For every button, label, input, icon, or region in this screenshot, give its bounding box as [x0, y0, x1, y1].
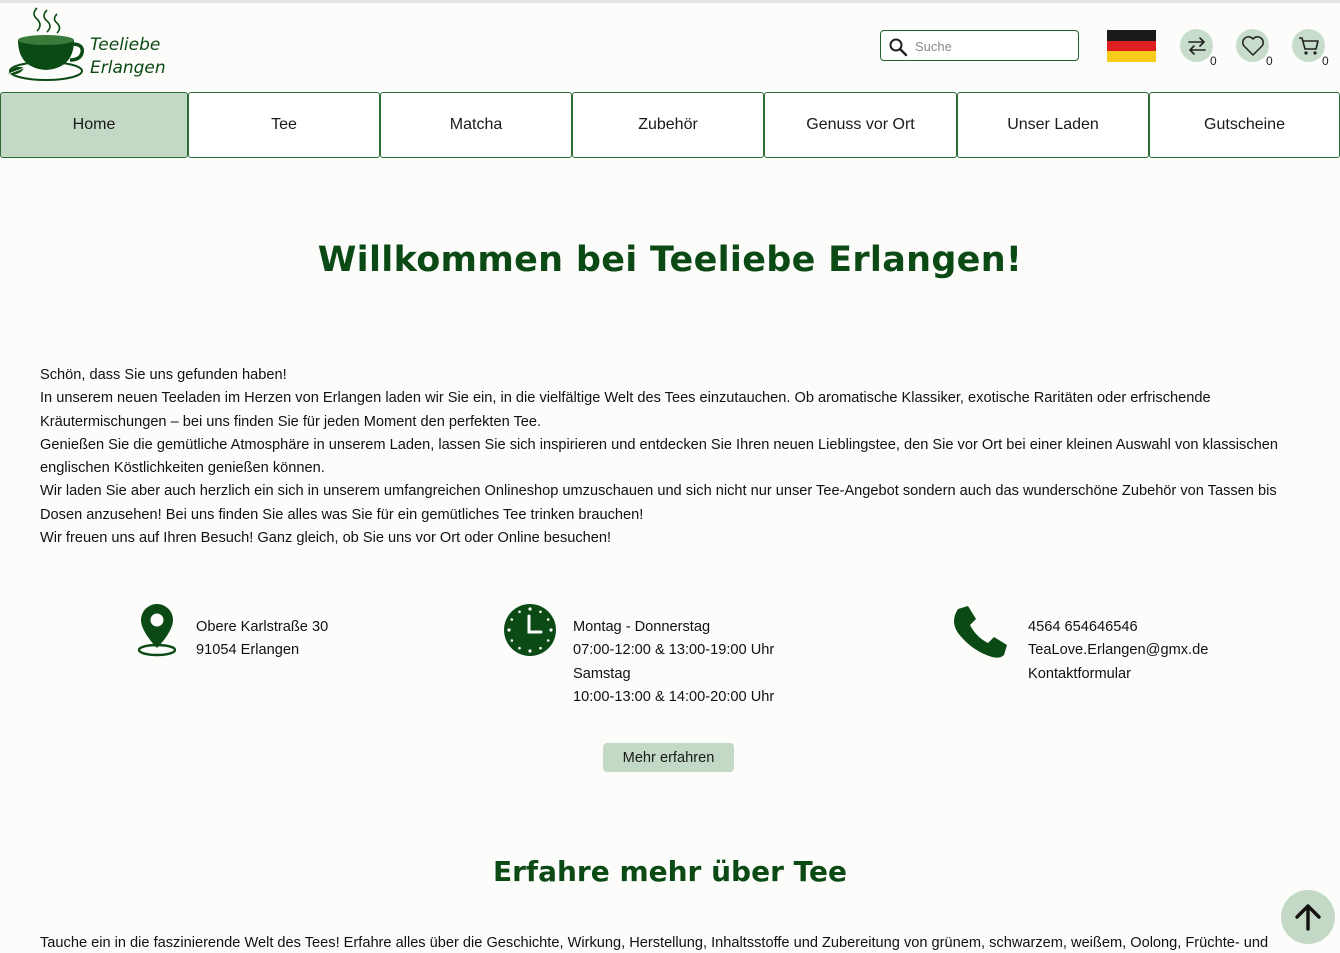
phone-icon	[954, 606, 1007, 658]
location-pin-icon	[137, 604, 177, 657]
intro-paragraph: In unserem neuen Teeladen im Herzen von …	[40, 390, 1211, 430]
heart-icon	[1241, 35, 1264, 56]
hours-times-saturday: 10:00-13:00 & 14:00-20:00 Uhr	[573, 688, 775, 705]
brand-line-2: Erlangen	[90, 58, 166, 78]
nav-gutscheine[interactable]: Gutscheine	[1149, 92, 1340, 158]
wishlist-count: 0	[1266, 54, 1273, 68]
main-nav: Home Tee Matcha Zubehör Genuss vor Ort U…	[0, 92, 1340, 159]
cart-button[interactable]	[1292, 29, 1325, 62]
intro-paragraph: Wir laden Sie aber auch herzlich ein sic…	[40, 483, 1277, 523]
nav-genuss-vor-ort[interactable]: Genuss vor Ort	[764, 92, 957, 158]
compare-button[interactable]	[1180, 29, 1213, 62]
arrow-up-icon	[1295, 904, 1321, 931]
nav-home[interactable]: Home	[0, 92, 188, 158]
intro-paragraph: Schön, dass Sie uns gefunden haben!	[40, 367, 287, 383]
language-selector[interactable]	[1107, 30, 1156, 62]
nav-tee[interactable]: Tee	[188, 92, 380, 158]
brand-line-1: Teeliebe	[90, 35, 161, 55]
address-street: Obere Karlstraße 30	[196, 619, 329, 635]
contact-block: 4564 654646546 TeaLove.Erlangen@gmx.de K…	[1028, 616, 1208, 686]
hours-times-weekdays: 07:00-12:00 & 13:00-19:00 Uhr	[573, 642, 775, 659]
intro-text: Schön, dass Sie uns gefunden haben! In u…	[40, 364, 1310, 550]
more-info-button[interactable]: Mehr erfahren	[603, 743, 734, 772]
clock-icon	[504, 604, 556, 656]
contact-email[interactable]: TeaLove.Erlangen@gmx.de	[1028, 639, 1208, 662]
nav-unser-laden[interactable]: Unser Laden	[957, 92, 1149, 158]
compare-count: 0	[1210, 54, 1217, 68]
top-border	[0, 0, 1340, 3]
search-box[interactable]	[880, 30, 1079, 61]
flag-stripe-red	[1107, 40, 1156, 52]
logo[interactable]: Teeliebe Erlangen	[4, 4, 174, 86]
search-input[interactable]	[913, 35, 1077, 58]
nav-zubehoer[interactable]: Zubehör	[572, 92, 764, 158]
opening-hours: Montag - Donnerstag 07:00-12:00 & 13:00-…	[573, 616, 774, 709]
teacup-logo-icon	[7, 7, 85, 81]
flag-stripe-gold	[1107, 51, 1156, 62]
contact-form-link[interactable]: Kontaktformular	[1028, 663, 1208, 686]
brand-name: Teeliebe Erlangen	[90, 34, 180, 80]
wishlist-button[interactable]	[1236, 29, 1269, 62]
intro-paragraph: Genießen Sie die gemütliche Atmosphäre i…	[40, 436, 1278, 477]
hours-days-weekdays: Montag - Donnerstag	[573, 619, 711, 635]
address-block: Obere Karlstraße 30 91054 Erlangen	[196, 616, 328, 663]
germany-flag-icon	[1107, 30, 1156, 41]
cart-icon	[1298, 36, 1319, 55]
scroll-to-top-button[interactable]	[1281, 890, 1335, 944]
contact-phone[interactable]: 4564 654646546	[1028, 616, 1208, 639]
compare-arrows-icon	[1187, 36, 1206, 55]
page-title: Willkommen bei Teeliebe Erlangen!	[317, 240, 1023, 280]
section-title: Erfahre mehr über Tee	[492, 855, 848, 888]
nav-matcha[interactable]: Matcha	[380, 92, 572, 158]
search-icon	[889, 38, 908, 57]
cart-count: 0	[1322, 54, 1329, 68]
section-teaser: Tauche ein in die faszinierende Welt des…	[40, 935, 1269, 951]
hours-days-saturday: Samstag	[573, 665, 631, 682]
intro-paragraph: Wir freuen uns auf Ihren Besuch! Ganz gl…	[40, 530, 612, 547]
address-city: 91054 Erlangen	[196, 642, 300, 659]
